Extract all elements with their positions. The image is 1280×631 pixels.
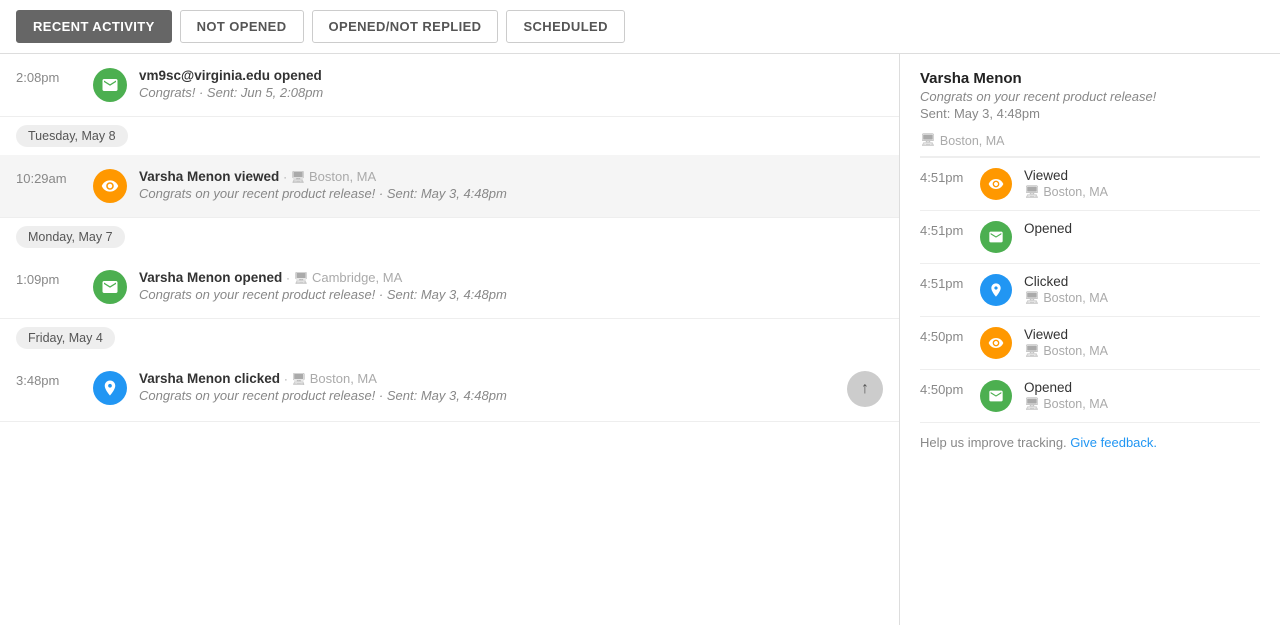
click-icon [93, 371, 127, 405]
detail-event-location: 🖥 Boston, MA [1024, 397, 1260, 412]
activity-subtitle: Congrats! · Sent: Jun 5, 2:08pm [139, 85, 883, 100]
activity-title: Varsha Menon opened · 🖥 Cambridge, MA [139, 270, 883, 285]
tab-recent-activity[interactable]: RECENT ACTIVITY [16, 10, 172, 43]
detail-event-time: 4:51pm [920, 221, 968, 238]
detail-contact-name: Varsha Menon [920, 70, 1260, 87]
feedback-text: Help us improve tracking. [920, 435, 1067, 450]
detail-panel: Varsha Menon Congrats on your recent pro… [900, 54, 1280, 625]
detail-event-row: 4:51pm Clicked 🖥 Boston, MA [920, 264, 1260, 317]
detail-event-time: 4:51pm [920, 274, 968, 291]
day-label: Friday, May 4 [16, 327, 115, 349]
detail-location-partial: 🖥 Boston, MA [920, 133, 1260, 157]
tab-not-opened[interactable]: NOT OPENED [180, 10, 304, 43]
list-item[interactable]: 3:48pm Varsha Menon clicked · 🖥 Boston, … [0, 357, 899, 422]
tab-scheduled[interactable]: SCHEDULED [506, 10, 624, 43]
activity-subtitle: Congrats on your recent product release!… [139, 388, 835, 403]
detail-event-row: 4:51pm Viewed 🖥 Boston, MA [920, 158, 1260, 211]
activity-subtitle: Congrats on your recent product release!… [139, 186, 883, 201]
activity-location: Cambridge, MA [312, 270, 402, 285]
detail-sent-time: Sent: May 3, 4:48pm [920, 106, 1260, 121]
detail-event-time: 4:50pm [920, 327, 968, 344]
activity-time: 3:48pm [16, 371, 81, 388]
detail-event-action: Viewed [1024, 168, 1260, 183]
detail-event-row: 4:50pm Viewed 🖥 Boston, MA [920, 317, 1260, 370]
detail-events-list: 4:51pm Viewed 🖥 Boston, MA 4:51pm [920, 157, 1260, 423]
list-item: 2:08pm vm9sc@virginia.edu opened Congrat… [0, 54, 899, 117]
activity-time: 2:08pm [16, 68, 81, 85]
detail-event-action: Opened [1024, 380, 1260, 395]
email-icon [93, 270, 127, 304]
main-layout: 2:08pm vm9sc@virginia.edu opened Congrat… [0, 54, 1280, 625]
give-feedback-link[interactable]: Give feedback. [1070, 435, 1157, 450]
activity-content: Varsha Menon opened · 🖥 Cambridge, MA Co… [139, 270, 883, 302]
detail-event-row: 4:51pm Opened [920, 211, 1260, 264]
detail-event-time: 4:50pm [920, 380, 968, 397]
detail-event-info: Opened [1024, 221, 1260, 238]
click-icon [980, 274, 1012, 306]
detail-event-action: Opened [1024, 221, 1260, 236]
activity-title-bold: Varsha Menon opened [139, 270, 282, 285]
desktop-icon: · 🖥 [286, 271, 312, 285]
day-header-friday: Friday, May 4 [0, 319, 899, 357]
activity-title-bold: Varsha Menon viewed [139, 169, 279, 184]
activity-title-bold: vm9sc@virginia.edu opened [139, 68, 322, 83]
activity-title: Varsha Menon viewed · 🖥 Boston, MA [139, 169, 883, 184]
feedback-row: Help us improve tracking. Give feedback. [920, 423, 1260, 450]
activity-time: 1:09pm [16, 270, 81, 287]
detail-event-info: Opened 🖥 Boston, MA [1024, 380, 1260, 412]
list-item[interactable]: 1:09pm Varsha Menon opened · 🖥 Cambridge… [0, 256, 899, 319]
detail-event-action: Clicked [1024, 274, 1260, 289]
desktop-icon-small: 🖥 [1024, 397, 1043, 411]
detail-event-time: 4:51pm [920, 168, 968, 185]
view-icon [980, 168, 1012, 200]
detail-event-info: Viewed 🖥 Boston, MA [1024, 327, 1260, 359]
activity-title: Varsha Menon clicked · 🖥 Boston, MA [139, 371, 835, 386]
detail-event-location: 🖥 Boston, MA [1024, 291, 1260, 306]
activity-location: Boston, MA [309, 169, 376, 184]
activity-location: Boston, MA [310, 371, 377, 386]
activity-time: 10:29am [16, 169, 81, 186]
day-header-tuesday: Tuesday, May 8 [0, 117, 899, 155]
detail-event-action: Viewed [1024, 327, 1260, 342]
activity-content: Varsha Menon clicked · 🖥 Boston, MA Cong… [139, 371, 835, 403]
detail-event-row: 4:50pm Opened 🖥 Boston, MA [920, 370, 1260, 423]
activity-subtitle: Congrats on your recent product release!… [139, 287, 883, 302]
day-label: Monday, May 7 [16, 226, 125, 248]
detail-event-location: 🖥 Boston, MA [1024, 185, 1260, 200]
activity-title: vm9sc@virginia.edu opened [139, 68, 883, 83]
day-label: Tuesday, May 8 [16, 125, 128, 147]
activity-content: Varsha Menon viewed · 🖥 Boston, MA Congr… [139, 169, 883, 201]
tab-opened-not-replied[interactable]: OPENED/NOT REPLIED [312, 10, 499, 43]
desktop-icon-small: 🖥 [1024, 185, 1043, 199]
scroll-up-button[interactable]: ↑ [847, 371, 883, 407]
tab-bar: RECENT ACTIVITY NOT OPENED OPENED/NOT RE… [0, 0, 1280, 54]
detail-subject: Congrats on your recent product release! [920, 89, 1260, 104]
activity-title-bold: Varsha Menon clicked [139, 371, 280, 386]
list-item[interactable]: 10:29am Varsha Menon viewed · 🖥 Boston, … [0, 155, 899, 218]
detail-event-info: Clicked 🖥 Boston, MA [1024, 274, 1260, 306]
email-icon [980, 380, 1012, 412]
desktop-icon-small: 🖥 [920, 133, 936, 148]
activity-content: vm9sc@virginia.edu opened Congrats! · Se… [139, 68, 883, 100]
desktop-icon-small: 🖥 [1024, 291, 1043, 305]
email-icon [980, 221, 1012, 253]
desktop-icon: · 🖥 [283, 170, 309, 184]
day-header-monday: Monday, May 7 [0, 218, 899, 256]
detail-event-location: 🖥 Boston, MA [1024, 344, 1260, 359]
desktop-icon: · 🖥 [284, 372, 310, 386]
view-icon [980, 327, 1012, 359]
email-icon [93, 68, 127, 102]
view-icon [93, 169, 127, 203]
activity-list: 2:08pm vm9sc@virginia.edu opened Congrat… [0, 54, 900, 625]
desktop-icon-small: 🖥 [1024, 344, 1043, 358]
detail-event-info: Viewed 🖥 Boston, MA [1024, 168, 1260, 200]
